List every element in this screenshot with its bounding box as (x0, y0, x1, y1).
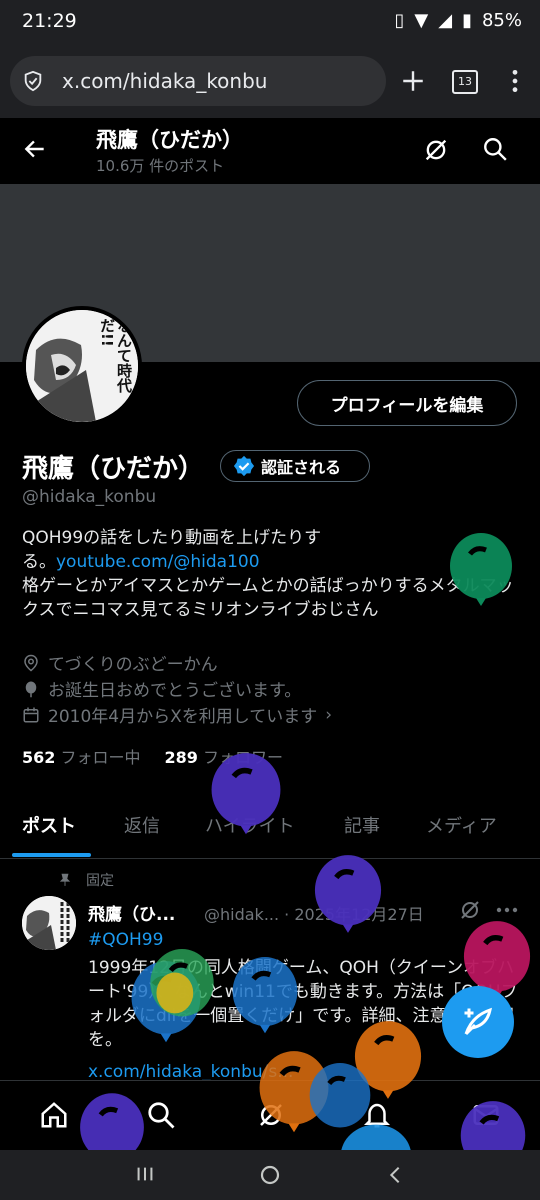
post-author-name[interactable]: 飛鷹（ひ... (88, 900, 175, 925)
tab-posts[interactable]: ポスト (22, 812, 76, 838)
status-time: 21:29 (22, 10, 77, 32)
site-info-icon[interactable] (22, 70, 44, 92)
birthday-balloon-green-yellow (150, 949, 214, 1017)
pinned-label: 固定 (58, 870, 114, 890)
browser-menu-icon[interactable] (508, 68, 522, 94)
location-text: てづくりのぶどーかん (48, 655, 218, 675)
tab-articles[interactable]: 記事 (344, 812, 380, 838)
birthday-balloon-purple-1 (211, 753, 281, 835)
get-verified-button[interactable]: 認証される (220, 450, 370, 482)
verified-label: 認証される (261, 458, 342, 477)
new-tab-icon[interactable] (400, 68, 426, 94)
verified-badge-icon (233, 455, 255, 477)
compose-feather-icon (464, 1007, 492, 1036)
grok-icon[interactable] (422, 136, 450, 164)
edit-profile-button[interactable]: プロフィールを編集 (297, 380, 517, 426)
tab-replies[interactable]: 返信 (124, 812, 160, 838)
birthday-balloon-purple-4 (460, 1101, 526, 1150)
pin-icon (59, 873, 71, 886)
location-pin-icon (24, 654, 38, 671)
calendar-icon (23, 707, 39, 722)
birthday-text: お誕生日おめでとうございます。 (48, 681, 302, 701)
birthday-balloon-purple-3 (80, 1093, 144, 1150)
bio-line-2: る。 (22, 552, 56, 572)
back-arrow-icon[interactable] (22, 136, 48, 162)
wifi-icon: ▼ (414, 10, 429, 31)
post-hashtag[interactable]: #QOH99 (88, 930, 163, 950)
tab-media[interactable]: メディア (426, 812, 497, 838)
profile-location: てづくりのぶどーかん (22, 650, 218, 675)
post-avatar[interactable] (22, 896, 76, 950)
birthday-balloon-purple-2 (314, 855, 382, 933)
battery-icon: ▮ (462, 10, 472, 31)
header-post-count: 10.6万 件のポスト (96, 157, 225, 175)
birthday-balloon-blue-2 (232, 957, 298, 1034)
active-tab-indicator (12, 853, 91, 857)
profile-avatar[interactable]: なんて時代だ!! (22, 306, 142, 426)
url-text[interactable]: x.com/hidaka_konbu (62, 69, 267, 93)
chevron-right-icon: › (325, 704, 333, 725)
display-name: 飛鷹（ひだか） (22, 454, 205, 484)
post-grok-icon[interactable] (458, 898, 482, 922)
home-circle-icon[interactable] (258, 1163, 282, 1187)
profile-birthday: お誕生日おめでとうございます。 (22, 676, 301, 701)
post-more-icon[interactable] (496, 906, 518, 914)
signal-icon: ◢ (438, 10, 453, 31)
compose-post-button[interactable] (442, 986, 514, 1058)
profile-joined[interactable]: 2010年4月からXを利用しています › (22, 702, 332, 727)
birthday-balloon-green (450, 533, 512, 606)
tab-switcher-button[interactable]: 13 (452, 70, 478, 94)
search-icon[interactable] (482, 136, 508, 162)
profile-header-bar (0, 118, 540, 184)
birthday-balloon-blue-4 (341, 1124, 411, 1150)
home-icon[interactable] (38, 1100, 70, 1130)
joined-text: 2010年4月からXを利用しています (48, 707, 318, 727)
status-icons: ▯ ▼ ◢ ▮ 85% (394, 10, 522, 31)
battery-level: 85% (481, 10, 522, 31)
header-title: 飛鷹（ひだか） (96, 128, 243, 152)
balloon-icon (25, 681, 37, 697)
recent-apps-icon[interactable] (134, 1163, 156, 1185)
bio-youtube-link[interactable]: youtube.com/@hida100 (56, 552, 260, 572)
avatar-caption: なんて時代だ!! (98, 318, 133, 393)
explore-search-icon[interactable] (146, 1100, 176, 1130)
following-link[interactable]: 562 フォロー中 (22, 744, 141, 768)
vibrate-icon: ▯ (394, 10, 405, 31)
profile-handle: @hidaka_konbu (22, 487, 157, 507)
system-back-icon[interactable] (384, 1163, 406, 1187)
